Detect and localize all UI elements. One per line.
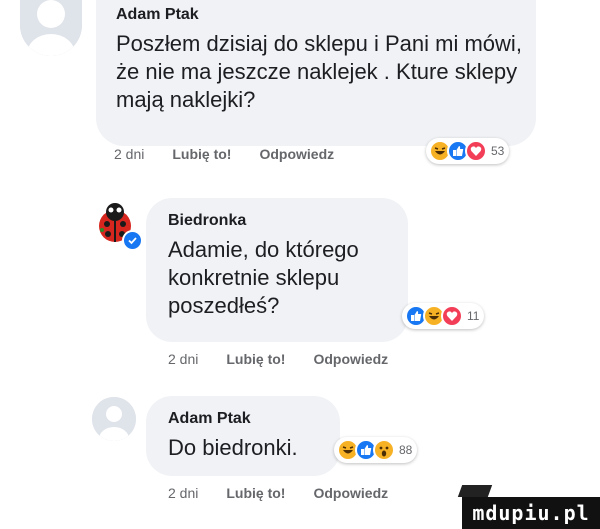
reaction-count: 11 [467, 309, 480, 323]
comment-text: Adamie, do którego konkretnie sklepu pos… [168, 237, 359, 318]
reaction-count: 88 [399, 443, 413, 457]
wow-reaction-icon [373, 439, 395, 461]
comment-author[interactable]: Adam Ptak [168, 410, 320, 428]
comment-time[interactable]: 2 dni [168, 351, 198, 367]
love-reaction-icon [465, 140, 487, 162]
verified-badge-icon [122, 230, 143, 251]
default-user-icon [92, 397, 136, 441]
default-user-icon [20, 0, 82, 56]
comment-bubble: Adam Ptak Poszłem dzisiaj do sklepu i Pa… [96, 0, 536, 146]
comment-time[interactable]: 2 dni [114, 146, 144, 162]
comment-bubble: Biedronka Adamie, do którego konkretnie … [146, 198, 408, 342]
love-reaction-icon [441, 305, 463, 327]
reply-link[interactable]: Odpowiedz [259, 146, 334, 162]
avatar-adam-ptak[interactable] [92, 397, 136, 441]
comment-text: Poszłem dzisiaj do sklepu i Pani mi mówi… [116, 31, 522, 112]
comment-author[interactable]: Biedronka [168, 212, 388, 230]
comment-actions: 2 dni Lubię to! Odpowiedz [168, 485, 388, 501]
comment-bubble: Adam Ptak Do biedronki. [146, 396, 340, 476]
avatar-adam-ptak[interactable] [20, 0, 82, 56]
reply-link[interactable]: Odpowiedz [313, 485, 388, 501]
comment-time[interactable]: 2 dni [168, 485, 198, 501]
comment-actions: 2 dni Lubię to! Odpowiedz [114, 146, 334, 162]
comment-text: Do biedronki. [168, 435, 298, 460]
reply-link[interactable]: Odpowiedz [313, 351, 388, 367]
like-link[interactable]: Lubię to! [226, 485, 285, 501]
like-link[interactable]: Lubię to! [226, 351, 285, 367]
watermark-decoration [457, 485, 493, 497]
comment-author[interactable]: Adam Ptak [116, 6, 516, 24]
reactions-summary[interactable]: 11 [402, 303, 485, 329]
watermark: mdupiu.pl [462, 497, 600, 529]
like-link[interactable]: Lubię to! [172, 146, 231, 162]
comment-actions: 2 dni Lubię to! Odpowiedz [168, 351, 388, 367]
reactions-summary[interactable]: 53 [426, 138, 510, 164]
reaction-count: 53 [491, 144, 505, 158]
reactions-summary[interactable]: 88 [334, 437, 418, 463]
